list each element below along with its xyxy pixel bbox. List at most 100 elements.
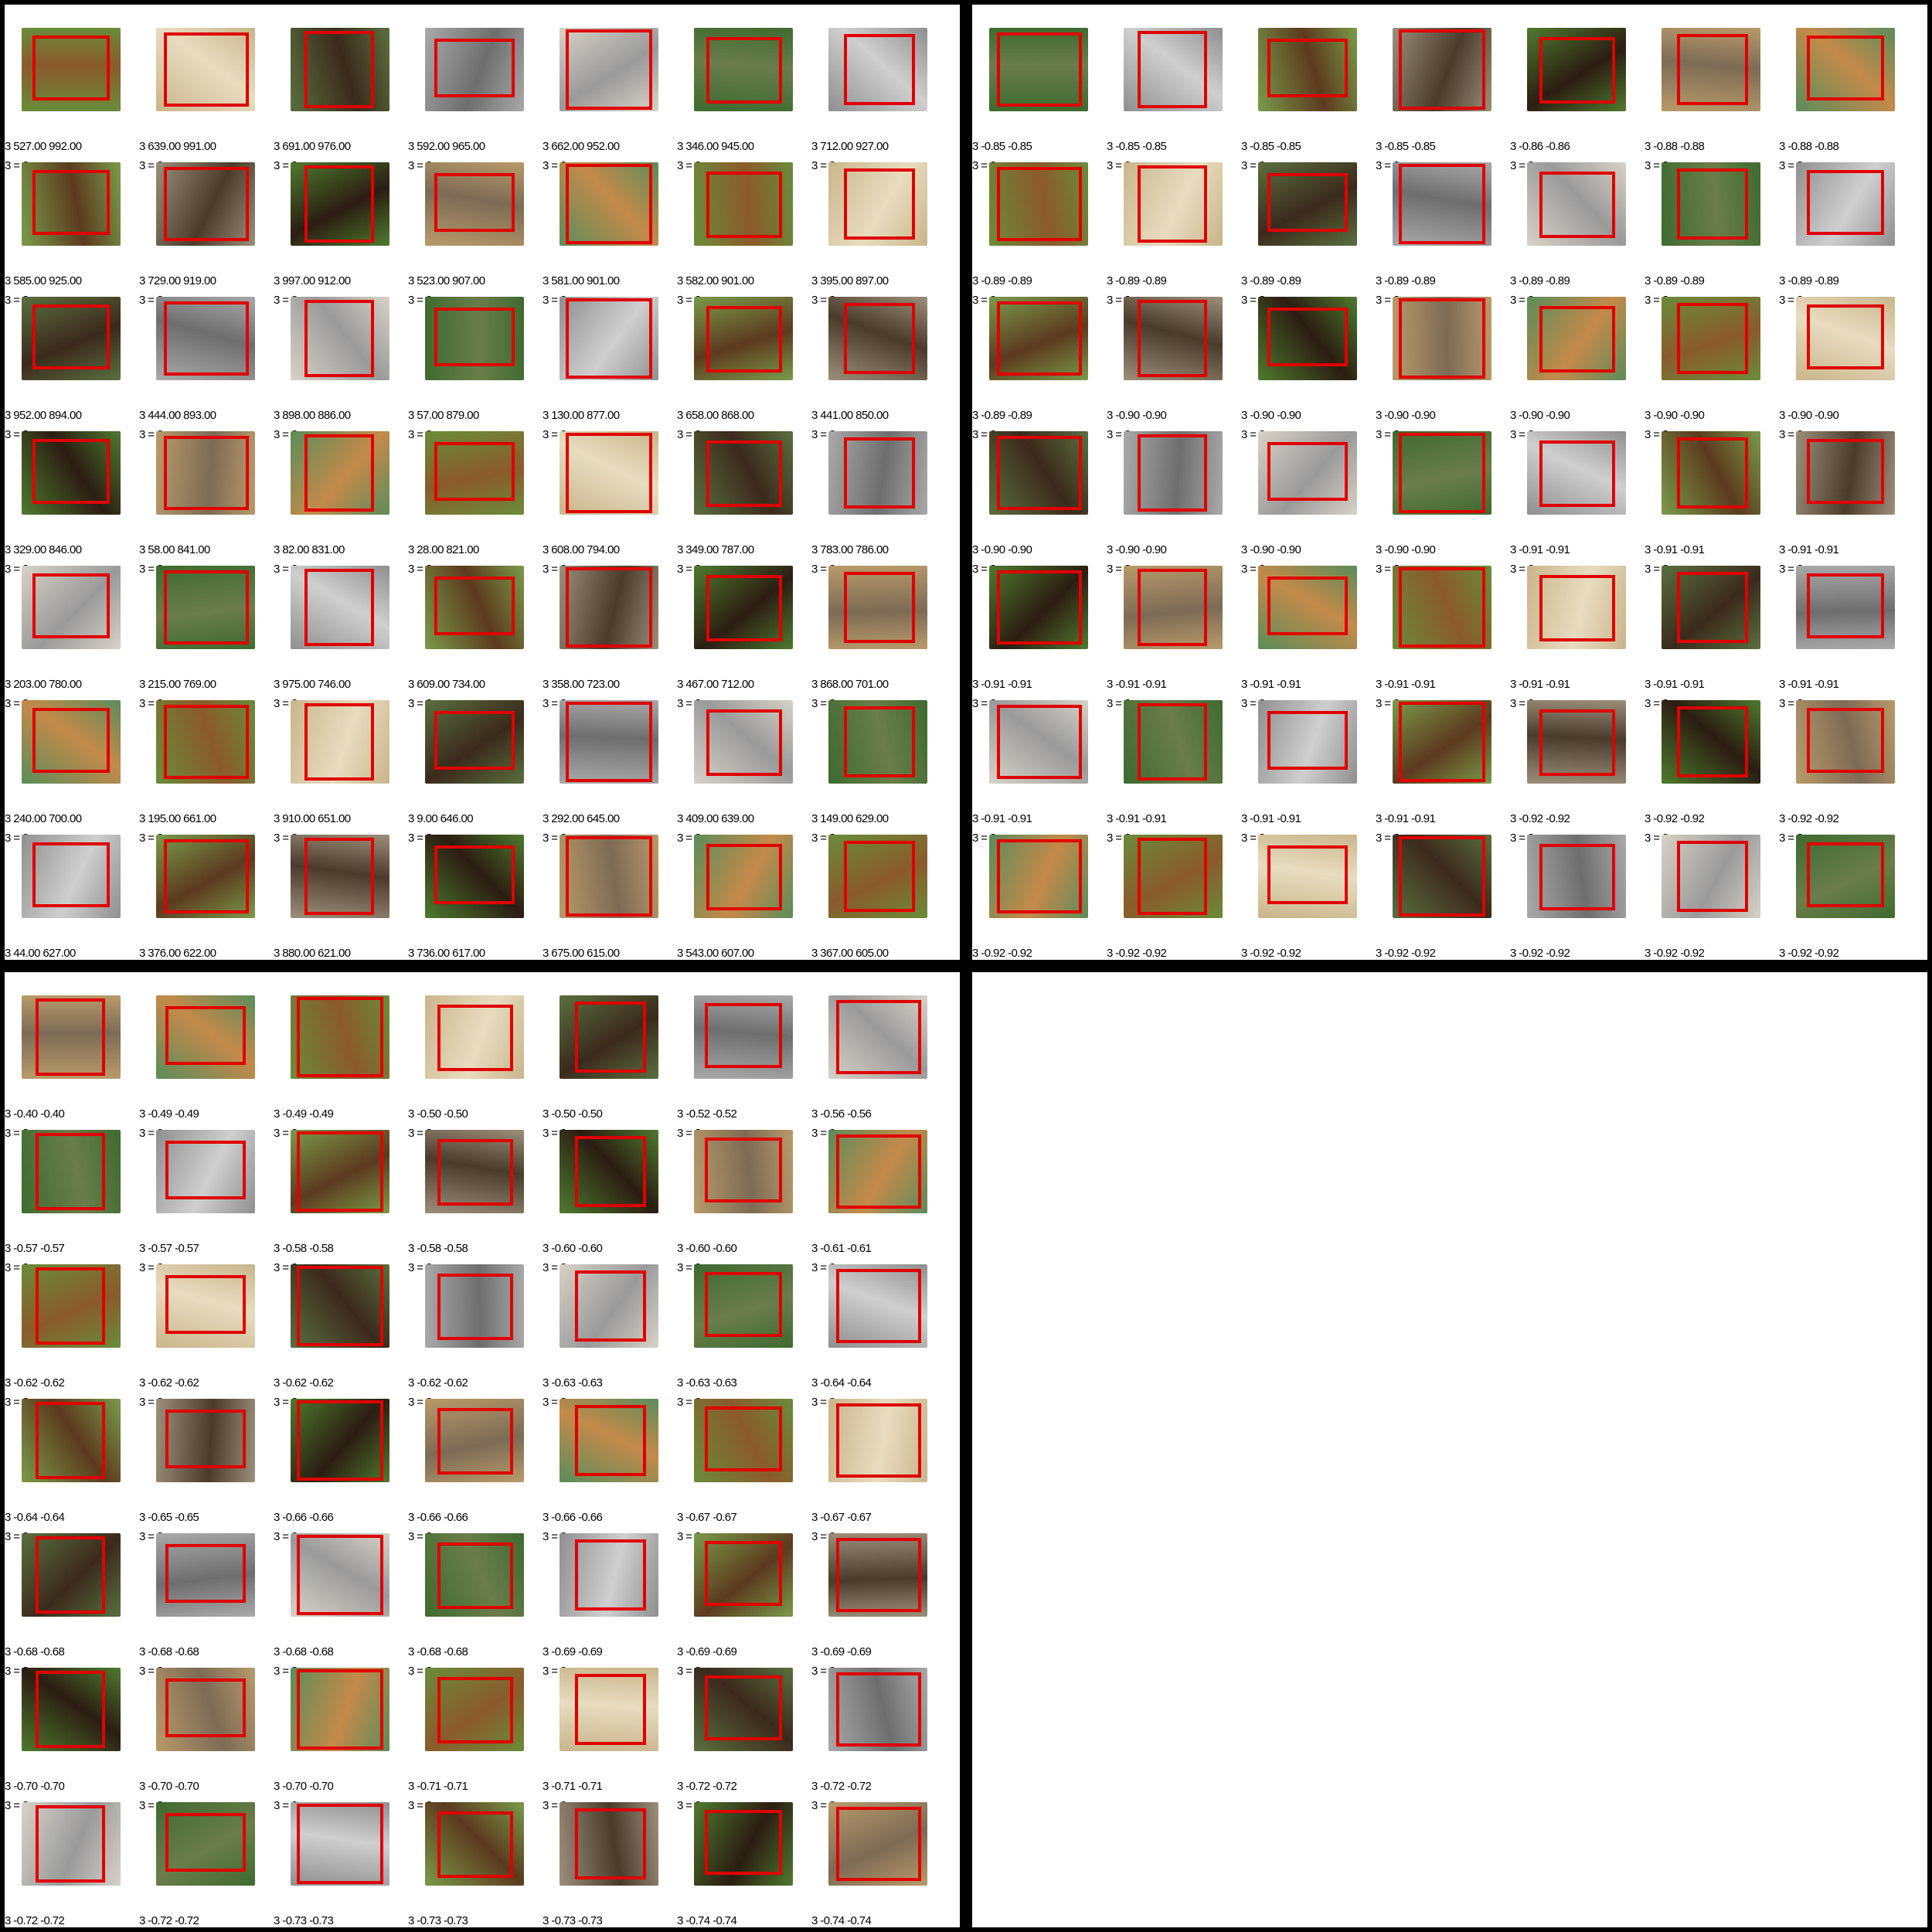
- result-cell[interactable]: 3 -0.61 -0.61 3 = 3: [811, 1127, 946, 1274]
- horse-thumbnail[interactable]: [22, 1533, 121, 1617]
- horse-thumbnail[interactable]: [291, 1130, 389, 1213]
- result-cell[interactable]: 3 -0.72 -0.723 = 3: [5, 1799, 139, 1927]
- result-cell[interactable]: 3 -0.74 -0.743 = 3: [811, 1799, 946, 1927]
- result-cell[interactable]: 3 -0.92 -0.923 = 3: [1645, 697, 1779, 845]
- result-cell[interactable]: 3 -0.70 -0.70 3 = 3: [274, 1665, 408, 1812]
- horse-thumbnail[interactable]: [989, 431, 1088, 515]
- horse-thumbnail[interactable]: [694, 1668, 793, 1751]
- result-cell[interactable]: 3 -0.91 -0.91 3 = 3: [1510, 563, 1645, 710]
- horse-thumbnail[interactable]: [22, 835, 121, 918]
- result-cell[interactable]: 3 -0.89 -0.89 3 = 3: [1779, 159, 1913, 307]
- horse-thumbnail[interactable]: [156, 431, 255, 515]
- result-cell[interactable]: 3 -0.85 -0.85 3 = 3: [1241, 25, 1376, 172]
- horse-thumbnail[interactable]: [425, 1668, 524, 1751]
- horse-thumbnail[interactable]: [291, 1533, 389, 1617]
- result-cell[interactable]: 3 130.00 877.00 3 = 3: [543, 294, 677, 441]
- result-cell[interactable]: 3 -0.69 -0.69 3 = 3: [543, 1530, 677, 1678]
- result-cell[interactable]: 3 -0.90 -0.90 3 = 3: [1241, 428, 1376, 576]
- result-cell[interactable]: 3 -0.92 -0.923 = 3: [1241, 832, 1376, 960]
- horse-thumbnail[interactable]: [1393, 835, 1492, 918]
- horse-thumbnail[interactable]: [291, 995, 389, 1079]
- horse-thumbnail[interactable]: [560, 1399, 658, 1482]
- result-cell[interactable]: 3 -0.91 -0.91 3 = 3: [1510, 428, 1645, 576]
- result-cell[interactable]: 3 -0.92 -0.923 = 3: [1107, 832, 1241, 960]
- result-cell[interactable]: 3 -0.89 -0.89 3 = 3: [1376, 159, 1510, 307]
- horse-thumbnail[interactable]: [291, 162, 389, 246]
- horse-thumbnail[interactable]: [560, 297, 658, 380]
- result-cell[interactable]: 3 -0.74 -0.743 = 3: [677, 1799, 811, 1927]
- result-cell[interactable]: 3 -0.92 -0.923 = 3: [1779, 832, 1913, 960]
- result-cell[interactable]: 3 -0.57 -0.57 3 = 3: [5, 1127, 139, 1274]
- horse-thumbnail[interactable]: [22, 566, 121, 649]
- result-cell[interactable]: 3 9.00 646.00 3 = 3: [408, 697, 543, 845]
- horse-thumbnail[interactable]: [560, 1130, 658, 1213]
- result-cell[interactable]: 3 -0.50 -0.50 3 = 3: [543, 992, 677, 1140]
- horse-thumbnail[interactable]: [156, 995, 255, 1079]
- result-cell[interactable]: 3 -0.66 -0.66 3 = 3: [408, 1396, 543, 1543]
- horse-thumbnail[interactable]: [291, 1802, 389, 1886]
- result-cell[interactable]: 3 -0.66 -0.66 3 = 3: [274, 1396, 408, 1543]
- horse-thumbnail[interactable]: [1527, 28, 1626, 111]
- result-cell[interactable]: 3 367.00 605.003 = 3: [811, 832, 946, 960]
- result-cell[interactable]: 3 -0.50 -0.50 3 = 3: [408, 992, 543, 1140]
- result-cell[interactable]: 3 -0.62 -0.62 3 = 3: [408, 1261, 543, 1409]
- result-cell[interactable]: 3 292.00 645.00 3 = 3: [543, 697, 677, 845]
- horse-thumbnail[interactable]: [828, 700, 927, 784]
- result-cell[interactable]: 3 149.00 629.00 3 = 3: [811, 697, 946, 845]
- result-cell[interactable]: 3 -0.65 -0.65 3 = 3: [139, 1396, 274, 1543]
- horse-thumbnail[interactable]: [989, 700, 1088, 784]
- result-cell[interactable]: 3 57.00 879.00 3 = 3: [408, 294, 543, 441]
- horse-thumbnail[interactable]: [1124, 162, 1223, 246]
- result-cell[interactable]: 3 975.00 746.00 3 = 3: [274, 563, 408, 710]
- result-cell[interactable]: 3 -0.91 -0.91 3 = 3: [1376, 697, 1510, 845]
- horse-thumbnail[interactable]: [694, 1802, 793, 1886]
- horse-thumbnail[interactable]: [694, 1533, 793, 1617]
- result-cell[interactable]: 3 -0.68 -0.68 3 = 3: [139, 1530, 274, 1678]
- horse-thumbnail[interactable]: [1796, 431, 1895, 515]
- horse-thumbnail[interactable]: [22, 995, 121, 1079]
- result-cell[interactable]: 3 -0.85 -0.85 3 = 3: [972, 25, 1107, 172]
- result-cell[interactable]: 3 868.00 701.00 3 = 3: [811, 563, 946, 710]
- result-cell[interactable]: 3 -0.92 -0.923 = 3: [972, 832, 1107, 960]
- result-cell[interactable]: 3 -0.89 -0.89 3 = 3: [972, 294, 1107, 441]
- horse-thumbnail[interactable]: [560, 1668, 658, 1751]
- result-cell[interactable]: 3 -0.90 -0.90 3 = 3: [1376, 294, 1510, 441]
- horse-thumbnail[interactable]: [1124, 28, 1223, 111]
- horse-thumbnail[interactable]: [22, 162, 121, 246]
- result-cell[interactable]: 3 -0.90 -0.90 3 = 3: [1107, 428, 1241, 576]
- horse-thumbnail[interactable]: [1124, 431, 1223, 515]
- horse-thumbnail[interactable]: [1258, 162, 1357, 246]
- result-cell[interactable]: 3 639.00 991.00 3 = 3: [139, 25, 274, 172]
- result-cell[interactable]: 3 -0.89 -0.89 3 = 3: [1107, 159, 1241, 307]
- result-cell[interactable]: 3 691.00 976.00 3 = 3: [274, 25, 408, 172]
- result-cell[interactable]: 3 409.00 639.00 3 = 3: [677, 697, 811, 845]
- horse-thumbnail[interactable]: [291, 431, 389, 515]
- result-cell[interactable]: 3 581.00 901.00 3 = 3: [543, 159, 677, 307]
- result-cell[interactable]: 3 662.00 952.00 3 = 3: [543, 25, 677, 172]
- result-cell[interactable]: 3 -0.90 -0.90 3 = 3: [1241, 294, 1376, 441]
- horse-thumbnail[interactable]: [425, 162, 524, 246]
- result-cell[interactable]: 3 329.00 846.00 3 = 3: [5, 428, 139, 576]
- result-cell[interactable]: 3 -0.91 -0.91 3 = 3: [1376, 563, 1510, 710]
- horse-thumbnail[interactable]: [156, 28, 255, 111]
- result-cell[interactable]: 3 -0.67 -0.67 3 = 3: [677, 1396, 811, 1543]
- horse-thumbnail[interactable]: [560, 995, 658, 1079]
- result-cell[interactable]: 3 203.00 780.00 3 = 3: [5, 563, 139, 710]
- result-cell[interactable]: 3 346.00 945.00 3 = 3: [677, 25, 811, 172]
- horse-thumbnail[interactable]: [1393, 566, 1492, 649]
- result-cell[interactable]: 3 -0.71 -0.71 3 = 3: [408, 1665, 543, 1812]
- result-cell[interactable]: 3 -0.91 -0.91 3 = 3: [972, 563, 1107, 710]
- result-cell[interactable]: 3 783.00 786.00 3 = 3: [811, 428, 946, 576]
- result-cell[interactable]: 3 -0.92 -0.923 = 3: [1779, 697, 1913, 845]
- result-cell[interactable]: 3 -0.91 -0.91 3 = 3: [1779, 563, 1913, 710]
- horse-thumbnail[interactable]: [1393, 431, 1492, 515]
- horse-thumbnail[interactable]: [694, 297, 793, 380]
- horse-thumbnail[interactable]: [694, 28, 793, 111]
- horse-thumbnail[interactable]: [22, 28, 121, 111]
- horse-thumbnail[interactable]: [1662, 162, 1760, 246]
- result-cell[interactable]: 3 -0.89 -0.89 3 = 3: [972, 159, 1107, 307]
- horse-thumbnail[interactable]: [694, 431, 793, 515]
- result-cell[interactable]: 3 -0.91 -0.91 3 = 3: [972, 697, 1107, 845]
- horse-thumbnail[interactable]: [425, 28, 524, 111]
- horse-thumbnail[interactable]: [291, 1668, 389, 1751]
